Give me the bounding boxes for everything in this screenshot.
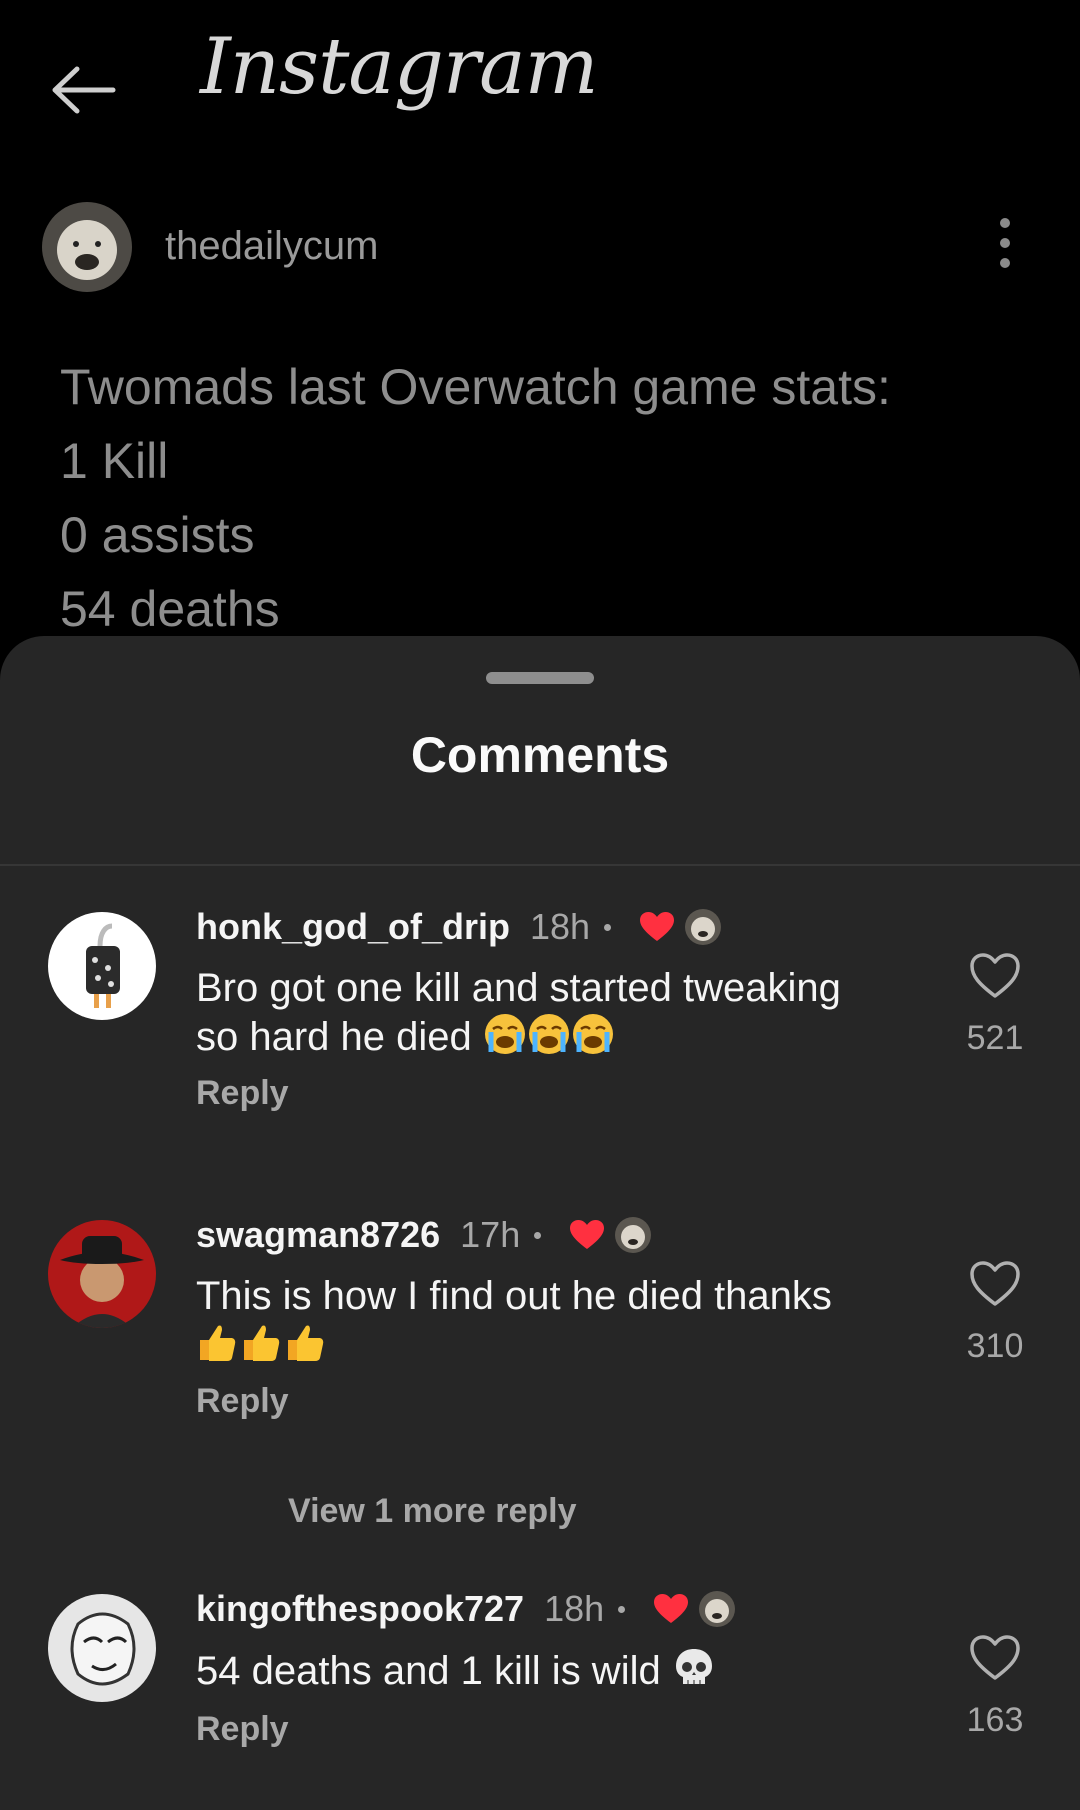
comment-item: swagman8726 17h This is how I find out h… [0, 1206, 1080, 1466]
comment-username[interactable]: kingofthespook727 [196, 1588, 524, 1630]
like-count: 521 [966, 1019, 1024, 1057]
comment-meta: honk_god_of_drip 18h [196, 902, 722, 952]
comment-text-line: so hard he died [196, 1015, 472, 1060]
comment-time: 18h [544, 1588, 605, 1629]
heart-filled-icon [570, 1220, 605, 1249]
like-count: 310 [966, 1327, 1024, 1365]
more-vertical-icon [1000, 218, 1010, 228]
caption-line: 0 assists [60, 507, 255, 563]
loudly-crying-face-icon [483, 1012, 615, 1067]
avatar[interactable] [42, 202, 132, 292]
comment-text-line: Bro got one kill and started tweaking [196, 966, 841, 1010]
separator-dot [534, 1231, 542, 1239]
avatar[interactable] [48, 912, 156, 1020]
post-caption: Twomads last Overwatch game stats: 1 Kil… [60, 350, 1040, 646]
sheet-drag-handle[interactable] [486, 672, 594, 684]
comment-username[interactable]: swagman8726 [196, 1214, 440, 1256]
author-like-avatar [699, 1591, 736, 1627]
post-author-row: thedailycum [0, 198, 1080, 294]
cowboy-avatar-image [48, 1220, 156, 1328]
reply-button[interactable]: Reply [196, 1074, 289, 1113]
back-button[interactable] [44, 52, 120, 128]
author-avatar-image [42, 202, 132, 292]
sheet-title: Comments [410, 727, 670, 783]
heart-outline-icon[interactable] [969, 952, 1021, 1000]
thumbs-up-icon [196, 1320, 328, 1375]
author-like-avatar [615, 1217, 652, 1253]
like-count: 163 [966, 1701, 1024, 1739]
divider [0, 864, 1080, 866]
caption-line: Twomads last Overwatch game stats: [60, 359, 891, 415]
comment-time: 17h [460, 1214, 521, 1255]
comment-text: Bro got one kill and started tweaking so… [196, 964, 896, 1067]
reply-button[interactable]: Reply [196, 1710, 289, 1749]
heart-filled-icon [640, 912, 675, 941]
comment-item: honk_god_of_drip 18h Bro got one kill an… [0, 898, 1080, 1158]
more-options-button[interactable] [990, 218, 1020, 274]
author-like-avatar [685, 909, 722, 945]
comment-meta: swagman8726 17h [196, 1210, 652, 1260]
heart-outline-icon[interactable] [969, 1260, 1021, 1308]
avatar[interactable] [48, 1220, 156, 1328]
comment-item: kingofthespook727 18h 54 deaths and 1 ki… [0, 1580, 1080, 1810]
view-more-replies-button[interactable]: View 1 more reply [288, 1492, 577, 1531]
comment-like: 163 [960, 1634, 1030, 1740]
goose-avatar-image [48, 912, 156, 1020]
comment-text-line: 54 deaths and 1 kill is wild [196, 1649, 661, 1694]
heart-outline-icon[interactable] [969, 1634, 1021, 1682]
comment-meta: kingofthespook727 18h [196, 1584, 736, 1634]
caption-line: 1 Kill [60, 433, 169, 489]
top-header: Instagram [0, 0, 1080, 170]
comment-text: This is how I find out he died thanks [196, 1272, 896, 1375]
comment-text: 54 deaths and 1 kill is wild [196, 1646, 896, 1701]
skull-icon [672, 1646, 716, 1701]
comment-time: 18h [530, 906, 591, 947]
comment-like: 310 [960, 1260, 1030, 1366]
separator-dot [618, 1605, 626, 1613]
comment-like: 521 [960, 952, 1030, 1058]
avatar[interactable] [48, 1594, 156, 1702]
reply-button[interactable]: Reply [196, 1382, 289, 1421]
post-author-name[interactable]: thedailycum [165, 224, 378, 269]
comment-username[interactable]: honk_god_of_drip [196, 906, 510, 948]
heart-filled-icon [654, 1594, 689, 1623]
comment-text-line: This is how I find out he died thanks [196, 1274, 832, 1318]
separator-dot [604, 923, 612, 931]
arrow-left-icon [52, 66, 116, 114]
instagram-logo: Instagram [200, 22, 599, 112]
caption-line: 54 deaths [60, 581, 280, 637]
sketch-face-avatar-image [48, 1594, 156, 1702]
comments-sheet: Comments honk_god_of_drip 18h Bro got on… [0, 636, 1080, 1810]
